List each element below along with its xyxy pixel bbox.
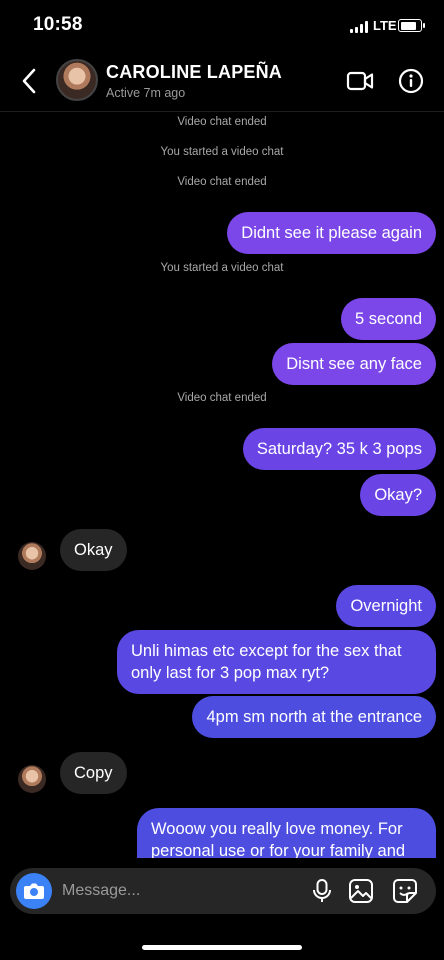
- incoming-message[interactable]: Copy: [60, 752, 127, 794]
- outgoing-message[interactable]: Okay?: [360, 474, 436, 516]
- outgoing-message[interactable]: 4pm sm north at the entrance: [192, 696, 436, 738]
- message-input[interactable]: [62, 878, 302, 904]
- outgoing-message[interactable]: Unli himas etc except for the sex that o…: [117, 630, 436, 694]
- contact-name[interactable]: CAROLINE LAPEÑA: [106, 62, 282, 83]
- chat-header: CAROLINE LAPEÑA Active 7m ago: [0, 50, 444, 112]
- voice-message-button[interactable]: [310, 878, 334, 904]
- info-icon: [398, 68, 424, 94]
- microphone-icon: [313, 879, 331, 902]
- system-message: You started a video chat: [160, 262, 284, 274]
- contact-active-status: Active 7m ago: [106, 86, 186, 100]
- status-time: 10:58: [33, 14, 83, 35]
- camera-button[interactable]: [16, 873, 52, 909]
- sticker-button[interactable]: [392, 878, 418, 904]
- battery-level: [400, 21, 416, 30]
- gallery-button[interactable]: [348, 878, 374, 904]
- signal-strength-icon: [350, 21, 370, 33]
- outgoing-message[interactable]: Overnight: [336, 585, 436, 627]
- incoming-message[interactable]: Okay: [60, 529, 127, 571]
- video-call-icon: [346, 71, 374, 91]
- contact-avatar[interactable]: [18, 765, 46, 793]
- outgoing-message[interactable]: 5 second: [341, 298, 436, 340]
- outgoing-message[interactable]: Didnt see it please again: [227, 212, 436, 254]
- status-bar: 10:58 LTE: [0, 0, 444, 50]
- chevron-left-icon: [22, 68, 36, 94]
- outgoing-message[interactable]: Disnt see any face: [272, 343, 436, 385]
- contact-avatar[interactable]: [56, 59, 98, 101]
- outgoing-message[interactable]: Saturday? 35 k 3 pops: [242, 428, 436, 470]
- system-message: Video chat ended: [177, 116, 267, 128]
- back-button[interactable]: [18, 66, 42, 96]
- battery-icon: [398, 19, 425, 32]
- network-type: LTE: [373, 18, 397, 33]
- system-message: Video chat ended: [177, 392, 267, 404]
- contact-avatar[interactable]: [18, 542, 46, 570]
- video-call-button[interactable]: [346, 68, 374, 94]
- gallery-icon: [349, 879, 373, 903]
- system-message: You started a video chat: [160, 146, 284, 158]
- system-message: Video chat ended: [177, 176, 267, 188]
- message-composer: [10, 868, 436, 914]
- camera-icon: [24, 883, 44, 899]
- home-indicator[interactable]: [142, 945, 302, 950]
- sticker-icon: [393, 879, 417, 903]
- info-button[interactable]: [398, 68, 424, 94]
